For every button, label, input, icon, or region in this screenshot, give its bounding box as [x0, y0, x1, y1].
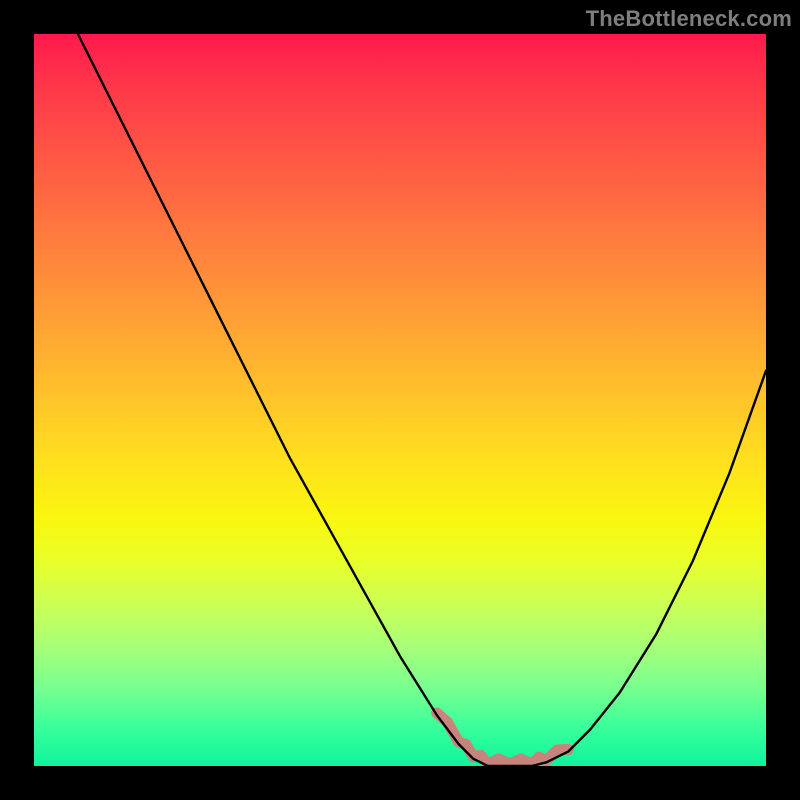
watermark-label: TheBottleneck.com: [586, 6, 792, 32]
highlight-squiggle: [437, 713, 569, 764]
bottleneck-curve: [78, 34, 766, 766]
plot-area: [34, 34, 766, 766]
chart-frame: TheBottleneck.com: [0, 0, 800, 800]
curve-overlay: [34, 34, 766, 766]
